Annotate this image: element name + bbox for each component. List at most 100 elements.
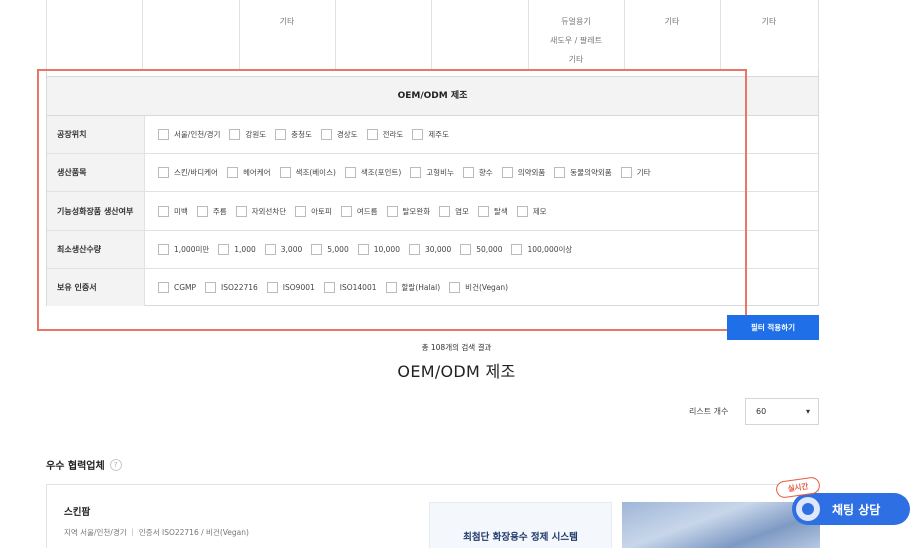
filter-option[interactable]: 미백 (158, 205, 188, 217)
filter-option[interactable]: 할랄(Halal) (385, 282, 440, 293)
checkbox[interactable] (196, 205, 208, 217)
checkbox[interactable] (460, 244, 472, 255)
filter-option[interactable]: 탈모완화 (386, 205, 430, 217)
checkbox[interactable] (158, 282, 169, 293)
checkbox[interactable] (477, 205, 489, 217)
table-cell[interactable]: 기타 (528, 50, 624, 69)
checkbox[interactable] (501, 167, 513, 178)
filter-option[interactable]: ISO22716 (205, 282, 258, 293)
filter-option[interactable]: 헤어케어 (226, 167, 271, 178)
checkbox[interactable] (226, 167, 238, 178)
filter-option[interactable]: 색조(베이스) (279, 167, 336, 178)
checkbox[interactable] (158, 129, 169, 140)
checkbox[interactable] (385, 282, 397, 293)
filter-option[interactable]: 자외선차단 (235, 205, 286, 217)
partner-card[interactable]: 스킨팜 지역 서울/인천/경기 ｜ 인증서 ISO22716 / 비건(Vega… (46, 484, 820, 548)
filter-option-label: 스킨/바디케어 (174, 168, 218, 177)
checkbox[interactable] (235, 205, 247, 217)
filter-option[interactable]: 색조(포인트) (344, 167, 401, 178)
filter-option[interactable]: 10,000 (357, 244, 400, 255)
filter-option[interactable]: 서울/인천/경기 (158, 129, 220, 140)
checkbox[interactable] (158, 167, 169, 178)
table-cell[interactable]: 듀얼용기 (528, 12, 624, 31)
filter-option[interactable]: 제주도 (412, 129, 449, 140)
checkbox[interactable] (229, 129, 241, 140)
filter-option[interactable]: 여드름 (340, 205, 378, 217)
filter-option[interactable]: 50,000 (460, 244, 502, 255)
checkbox[interactable] (620, 167, 632, 178)
filter-option[interactable]: 고형비누 (410, 167, 454, 178)
table-cell[interactable]: 새도우 / 팔레트 (528, 31, 624, 50)
filter-option[interactable]: 충청도 (275, 129, 312, 140)
filter-option[interactable]: ISO14001 (323, 282, 377, 293)
checkbox[interactable] (366, 129, 378, 140)
filter-options: 1,000미만 1,000 3,000 5,000 10,000 30,000 50,000… (158, 231, 581, 268)
filter-option[interactable]: 100,000이상 (511, 244, 572, 255)
filter-option-label: 여드름 (356, 206, 378, 216)
checkbox[interactable] (449, 282, 461, 293)
filter-option[interactable]: 향수 (462, 167, 493, 178)
checkbox[interactable] (554, 167, 566, 178)
checkbox[interactable] (340, 205, 352, 217)
filter-option[interactable]: 강원도 (229, 129, 266, 140)
filter-option[interactable]: 주름 (196, 205, 227, 217)
filter-option[interactable]: 경상도 (320, 129, 358, 140)
filter-option[interactable]: 탈색 (477, 205, 508, 217)
filter-option[interactable]: 30,000 (408, 244, 451, 255)
filter-option[interactable]: 3,000 (264, 244, 302, 255)
checkbox[interactable] (408, 244, 420, 255)
checkbox[interactable] (275, 129, 287, 140)
filter-option[interactable]: 스킨/바디케어 (158, 167, 218, 178)
checkbox[interactable] (218, 244, 230, 255)
help-icon[interactable]: ? (109, 458, 122, 471)
filter-option[interactable]: ISO9001 (266, 282, 315, 293)
checkbox[interactable] (266, 282, 278, 293)
checkbox[interactable] (320, 129, 332, 140)
checkbox[interactable] (462, 167, 474, 178)
checkbox[interactable] (158, 205, 169, 217)
filter-option[interactable]: 비건(Vegan) (449, 282, 508, 293)
checkbox[interactable] (311, 244, 323, 255)
filter-option[interactable]: 염모 (439, 205, 469, 217)
filter-option[interactable]: 1,000미만 (158, 244, 209, 255)
apply-filter-button[interactable]: 필터 적용하기 (727, 315, 819, 340)
list-count-select[interactable]: 60 ▾ (745, 398, 819, 425)
checkbox[interactable] (386, 205, 398, 217)
checkbox[interactable] (205, 282, 217, 293)
checkbox[interactable] (439, 205, 451, 217)
filter-option-label: 비건(Vegan) (465, 283, 509, 292)
checkbox[interactable] (357, 244, 369, 255)
checkbox[interactable] (516, 205, 528, 217)
filter-option[interactable]: 전라도 (366, 129, 403, 140)
partner-info: 지역 서울/인천/경기 ｜ 인증서 ISO22716 / 비건(Vegan) (64, 528, 249, 537)
checkbox[interactable] (412, 129, 424, 140)
checkbox[interactable] (323, 282, 335, 293)
filter-option[interactable]: 기타 (620, 167, 651, 178)
filter-option[interactable]: 제모 (516, 205, 547, 217)
filter-option[interactable]: 의약외품 (501, 167, 545, 178)
chat-consult-button[interactable]: 채팅 상담 (792, 493, 910, 525)
table-cell[interactable]: 기타 (720, 12, 818, 31)
filter-row-label: 보유 인증서 (47, 269, 145, 306)
checkbox[interactable] (158, 244, 169, 255)
table-cell[interactable]: 기타 (624, 12, 720, 31)
checkbox[interactable] (279, 167, 291, 178)
checkbox[interactable] (295, 205, 307, 217)
filter-option-label: 주름 (212, 206, 227, 216)
filter-option-label: 염모 (455, 206, 469, 216)
checkbox[interactable] (264, 244, 276, 255)
filter-option-label: 제주도 (428, 130, 449, 139)
table-cell[interactable]: 기타 (239, 12, 335, 31)
partner-banner[interactable]: 최첨단 화장용수 정제 시스템 (429, 502, 612, 548)
checkbox[interactable] (344, 167, 356, 178)
filter-option[interactable]: 동물의약외품 (554, 167, 612, 178)
list-count-label: 리스트 개수 (689, 407, 729, 416)
filter-option[interactable]: 5,000 (311, 244, 349, 255)
checkbox[interactable] (511, 244, 523, 255)
filter-option[interactable]: 1,000 (218, 244, 256, 255)
filter-option[interactable]: CGMP (158, 282, 196, 293)
partner-image[interactable] (622, 502, 820, 548)
filter-option[interactable]: 아토피 (295, 205, 332, 217)
checkbox[interactable] (410, 167, 422, 178)
partner-name[interactable]: 스킨팜 (64, 504, 90, 518)
